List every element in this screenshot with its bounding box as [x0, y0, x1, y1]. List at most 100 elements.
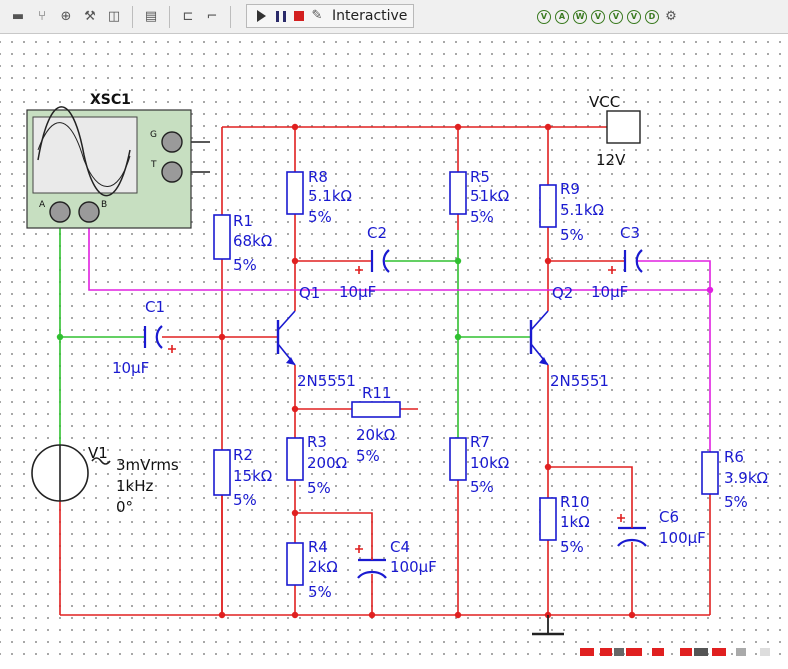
v1-name: V1 [88, 444, 108, 462]
r1-value: 68kΩ [233, 232, 272, 250]
r2-value: 15kΩ [233, 467, 272, 485]
diff-voltage-probe-icon[interactable]: V [591, 10, 605, 24]
voltage-current-probe-icon[interactable]: V [609, 10, 623, 24]
probe-settings-gear-icon[interactable]: ⚙ [664, 8, 678, 26]
c3-value: 10µF [591, 283, 628, 301]
digital-probe-icon[interactable]: D [645, 10, 659, 24]
r4-name: R4 [308, 538, 328, 556]
r10-value: 1kΩ [560, 513, 590, 531]
probe-tools: V A W V V V D ⚙ [535, 4, 681, 30]
r7-name: R7 [470, 433, 490, 451]
q1-model: 2N5551 [297, 372, 356, 390]
scope-terminal-t: T [150, 160, 157, 170]
hierarchy-tool-icon[interactable]: ⊏ [179, 8, 197, 26]
bom-tool-icon[interactable]: ▤ [142, 8, 160, 26]
scope-terminal-a: A [39, 200, 46, 210]
toolbar-separator [169, 6, 170, 28]
q2-name: Q2 [552, 284, 573, 302]
capacitor-c3[interactable] [608, 249, 643, 274]
resistor-r9[interactable] [539, 184, 557, 228]
toolbar: ▬ ⑂ ⊕ ⚒ ◫ ▤ ⊏ ⌐ ✎ Interactive V A W V V … [0, 0, 788, 34]
r7-tolerance: 5% [470, 478, 494, 496]
r2-name: R2 [233, 446, 253, 464]
c4-value: 100µF [390, 558, 437, 576]
r8-name: R8 [308, 168, 328, 186]
step-tool-icon[interactable]: ⌐ [203, 8, 221, 26]
run-mode-label[interactable]: Interactive [332, 8, 407, 24]
capacitor-c4[interactable] [355, 545, 387, 579]
power-probe-icon[interactable]: W [573, 10, 587, 24]
r1-tolerance: 5% [233, 256, 257, 274]
r11-tolerance: 5% [356, 447, 380, 465]
v1-frequency: 1kHz [116, 477, 154, 495]
ground-symbol[interactable] [532, 615, 564, 636]
voltage-probe-icon[interactable]: V [537, 10, 551, 24]
resistor-r6[interactable] [701, 451, 719, 495]
run-simulation-icon[interactable] [257, 10, 266, 22]
r3-tolerance: 5% [307, 479, 331, 497]
mouse-tool-icon[interactable]: ◫ [105, 8, 123, 26]
schematic-drawing: XSC1 G T A B VCC 12V V1 3mVrms 1kHz 0° R… [26, 92, 770, 656]
r9-tolerance: 5% [560, 226, 584, 244]
current-probe-icon[interactable]: A [555, 10, 569, 24]
r7-value: 10kΩ [470, 454, 509, 472]
junction-dot-magenta [706, 286, 714, 294]
v1-amplitude: 3mVrms [116, 456, 179, 474]
r5-value: 51kΩ [470, 187, 509, 205]
r3-name: R3 [307, 433, 327, 451]
r11-value: 20kΩ [356, 426, 395, 444]
resistor-r8[interactable] [286, 171, 304, 215]
scope-name: XSC1 [90, 92, 131, 108]
resistor-r7[interactable] [449, 437, 467, 481]
vcc-source[interactable] [606, 110, 641, 144]
c6-name: C6 [659, 508, 679, 526]
connector-tool-icon[interactable]: ⊕ [57, 8, 75, 26]
transistor-q2[interactable] [529, 310, 549, 366]
stop-simulation-icon[interactable] [294, 11, 304, 21]
r9-name: R9 [560, 180, 580, 198]
c1-value: 10µF [112, 359, 149, 377]
pause-simulation-icon[interactable] [276, 10, 286, 22]
resistor-r1[interactable] [213, 214, 231, 260]
resistor-r2[interactable] [213, 449, 231, 496]
r3-value: 200Ω [307, 454, 347, 472]
r2-tolerance: 5% [233, 491, 257, 509]
schematic-canvas[interactable]: XSC1 G T A B VCC 12V V1 3mVrms 1kHz 0° R… [0, 34, 788, 665]
r8-value: 5.1kΩ [308, 187, 352, 205]
scope-terminal-b: B [101, 200, 107, 210]
resistor-r4[interactable] [286, 542, 304, 586]
r4-value: 2kΩ [308, 558, 338, 576]
scope-terminal-g: G [150, 130, 157, 140]
r10-tolerance: 5% [560, 538, 584, 556]
vcc-value: 12V [596, 151, 626, 169]
capacitor-c1[interactable] [143, 325, 176, 353]
scope-b-wires [88, 225, 711, 455]
c4-name: C4 [390, 538, 410, 556]
reference-probe-icon[interactable]: V [627, 10, 641, 24]
transistor-q1[interactable] [276, 310, 296, 366]
c6-value: 100µF [659, 529, 706, 547]
r9-value: 5.1kΩ [560, 201, 604, 219]
resistor-r10[interactable] [539, 497, 557, 541]
status-strip [580, 648, 770, 656]
r10-name: R10 [560, 493, 590, 511]
v1-phase: 0° [116, 498, 133, 516]
c3-name: C3 [620, 224, 640, 242]
r5-tolerance: 5% [470, 208, 494, 226]
resistor-r3[interactable] [286, 437, 304, 481]
bus-tool-icon[interactable]: ⑂ [33, 8, 51, 26]
tool-group-left: ▬ ⑂ ⊕ ⚒ ◫ ▤ ⊏ ⌐ [6, 4, 237, 30]
r6-value: 3.9kΩ [724, 469, 768, 487]
toolbar-separator [132, 6, 133, 28]
c1-name: C1 [145, 298, 165, 316]
resistor-r11[interactable] [351, 401, 401, 418]
r8-tolerance: 5% [308, 208, 332, 226]
r11-name: R11 [362, 384, 392, 402]
q2-model: 2N5551 [550, 372, 609, 390]
capacitor-c2[interactable] [355, 249, 390, 274]
analysis-icon[interactable]: ✎ [310, 7, 324, 25]
resistor-r5[interactable] [449, 171, 467, 215]
probe-tool-icon[interactable]: ▬ [9, 8, 27, 26]
oscilloscope-xsc1[interactable] [26, 106, 192, 229]
component-tool-icon[interactable]: ⚒ [81, 8, 99, 26]
